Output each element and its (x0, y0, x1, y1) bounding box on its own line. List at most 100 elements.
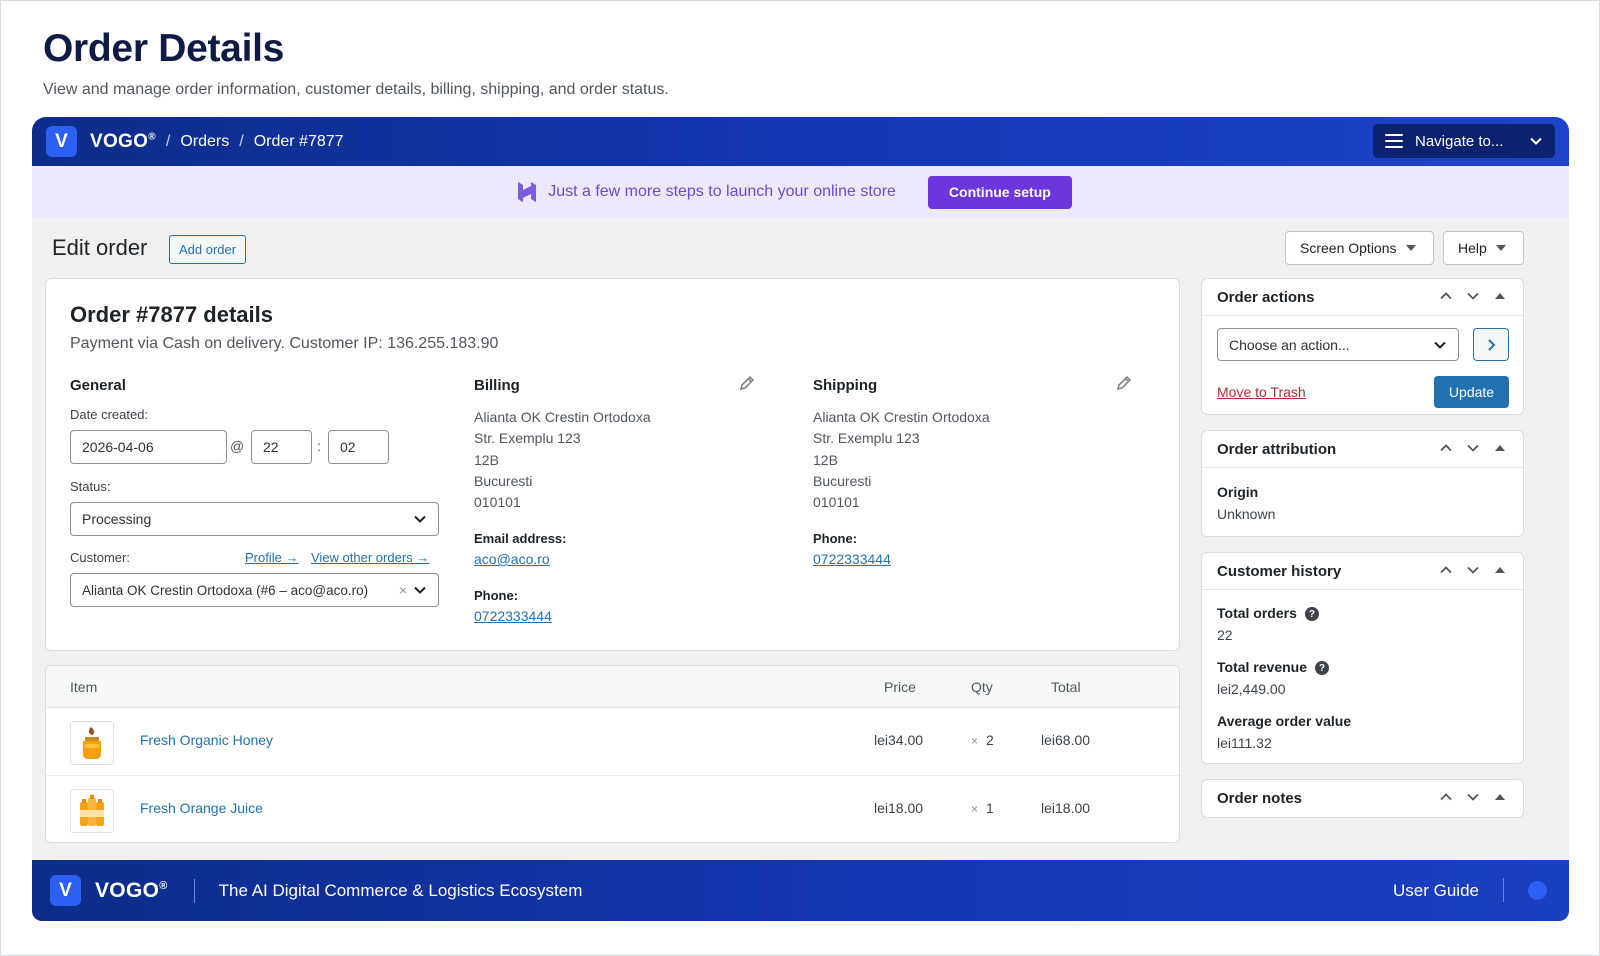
item-name-link[interactable]: Fresh Organic Honey (140, 732, 273, 748)
order-actions-header[interactable]: Order actions (1202, 279, 1523, 316)
shipping-phone-link[interactable]: 0722333444 (813, 551, 891, 567)
collapse-triangle-icon[interactable] (1486, 791, 1513, 803)
minute-input[interactable]: 02 (328, 430, 389, 464)
average-order-value: lei111.32 (1217, 735, 1272, 751)
total-orders-value: 22 (1217, 627, 1233, 643)
billing-address: Alianta OK Crestin Ortodoxa Str. Exemplu… (474, 407, 651, 513)
billing-phone-link[interactable]: 0722333444 (474, 608, 552, 624)
move-down-chevron-icon[interactable] (1459, 289, 1486, 303)
customer-value: Alianta OK Crestin Ortodoxa (#6 – aco@ac… (82, 582, 369, 598)
customer-select[interactable]: Alianta OK Crestin Ortodoxa (#6 – aco@ac… (70, 573, 439, 607)
origin-label: Origin (1217, 484, 1259, 500)
footer-registered-mark: ® (159, 879, 168, 892)
page-subtitle: View and manage order information, custo… (43, 81, 669, 98)
item-total: lei18.00 (1041, 800, 1091, 816)
item-price: lei18.00 (874, 800, 924, 816)
date-created-input[interactable]: 2026-04-06 (70, 430, 227, 464)
breadcrumb-separator: / (165, 132, 171, 150)
screen-options-label: Screen Options (1300, 240, 1397, 256)
top-navigation-bar: V VOGO® / Orders / Order #7877 Navigate … (32, 117, 1569, 166)
breadcrumb-separator: / (239, 132, 244, 150)
brand-name[interactable]: VOGO® (90, 131, 156, 153)
order-attribution-header[interactable]: Order attribution (1202, 431, 1523, 468)
order-action-select[interactable]: Choose an action... (1217, 328, 1459, 361)
order-notes-header[interactable]: Order notes (1202, 780, 1523, 817)
table-row: Fresh Orange Juice lei18.00 × 1 lei18.00 (46, 776, 1179, 842)
total-revenue-label: Total revenue? (1217, 659, 1329, 676)
clear-customer-icon[interactable]: × (399, 582, 407, 598)
time-colon: : (317, 438, 321, 454)
menu-icon (1385, 134, 1403, 148)
screen-options-button[interactable]: Screen Options (1285, 231, 1434, 265)
status-dot-icon[interactable] (1528, 881, 1547, 900)
total-orders-label: Total orders? (1217, 605, 1319, 622)
total-orders-label-text: Total orders (1217, 605, 1297, 621)
shipping-address-line: 010101 (813, 494, 860, 511)
vogo-logo-icon[interactable]: V (50, 875, 81, 906)
vogo-logo-icon[interactable]: V (46, 126, 77, 157)
customer-history-title: Customer history (1217, 562, 1342, 580)
item-qty-value: 2 (986, 732, 994, 748)
order-items-panel: Item Price Qty Total Fresh Organic Honey… (45, 665, 1180, 843)
customer-profile-link[interactable]: Profile → (245, 550, 298, 565)
caret-down-icon (1405, 245, 1416, 251)
add-order-button[interactable]: Add order (169, 235, 247, 264)
order-actions-title: Order actions (1217, 288, 1315, 306)
status-value: Processing (82, 511, 152, 527)
chevron-down-icon (414, 515, 426, 523)
at-symbol: @ (230, 438, 245, 454)
customer-history-box: Customer history Total orders? 22 Total … (1201, 552, 1524, 764)
brand-text: VOGO (90, 130, 149, 152)
breadcrumb-orders[interactable]: Orders (180, 133, 229, 151)
edit-shipping-pencil-icon[interactable] (1116, 375, 1132, 391)
edit-billing-pencil-icon[interactable] (739, 375, 755, 391)
item-name-link[interactable]: Fresh Orange Juice (140, 800, 263, 816)
billing-address-line: Alianta OK Crestin Ortodoxa (474, 409, 651, 425)
total-revenue-value: lei2,449.00 (1217, 681, 1286, 697)
view-other-orders-link[interactable]: View other orders → (311, 550, 429, 565)
footer-divider (1503, 878, 1504, 902)
customer-history-header[interactable]: Customer history (1202, 553, 1523, 590)
help-icon[interactable]: ? (1315, 661, 1329, 676)
move-down-chevron-icon[interactable] (1459, 790, 1486, 804)
edit-order-title: Edit order (52, 235, 148, 260)
hour-input[interactable]: 22 (251, 430, 312, 464)
chevron-down-icon (1434, 341, 1446, 349)
billing-address-line: 010101 (474, 494, 521, 511)
setup-promo-banner: Just a few more steps to launch your onl… (32, 166, 1569, 218)
move-to-trash-link[interactable]: Move to Trash (1217, 384, 1306, 400)
collapse-triangle-icon[interactable] (1486, 290, 1513, 302)
help-icon[interactable]: ? (1304, 607, 1319, 622)
move-up-chevron-icon[interactable] (1432, 790, 1459, 804)
navigate-to-dropdown[interactable]: Navigate to... (1373, 124, 1555, 158)
caret-down-icon (1495, 245, 1506, 251)
continue-setup-button[interactable]: Continue setup (927, 175, 1072, 209)
order-actions-box: Order actions Choose an action... Move t… (1201, 278, 1524, 415)
help-button[interactable]: Help (1443, 231, 1524, 265)
chevron-down-icon (414, 586, 426, 594)
order-notes-box: Order notes (1201, 779, 1524, 818)
move-down-chevron-icon[interactable] (1459, 441, 1486, 455)
billing-email-link[interactable]: aco@aco.ro (474, 551, 550, 567)
help-label: Help (1458, 240, 1487, 256)
store-setup-icon (518, 182, 537, 202)
move-up-chevron-icon[interactable] (1432, 289, 1459, 303)
collapse-triangle-icon[interactable] (1486, 442, 1513, 454)
move-up-chevron-icon[interactable] (1432, 563, 1459, 577)
item-total: lei68.00 (1041, 732, 1091, 748)
move-down-chevron-icon[interactable] (1459, 563, 1486, 577)
box-controls (1432, 289, 1513, 303)
user-guide-link[interactable]: User Guide (1393, 881, 1479, 901)
footer-divider (193, 878, 195, 903)
box-controls (1432, 441, 1513, 455)
shipping-address-line: Str. Exemplu 123 (813, 430, 920, 447)
total-revenue-label-text: Total revenue (1217, 659, 1307, 675)
status-select[interactable]: Processing (70, 502, 439, 536)
collapse-triangle-icon[interactable] (1486, 564, 1513, 576)
order-action-value: Choose an action... (1229, 336, 1350, 353)
shipping-address-line: 12B (813, 451, 838, 468)
move-up-chevron-icon[interactable] (1432, 441, 1459, 455)
update-order-button[interactable]: Update (1434, 376, 1509, 408)
qty-column-header: Qty (971, 679, 993, 695)
apply-action-button[interactable] (1473, 328, 1509, 361)
